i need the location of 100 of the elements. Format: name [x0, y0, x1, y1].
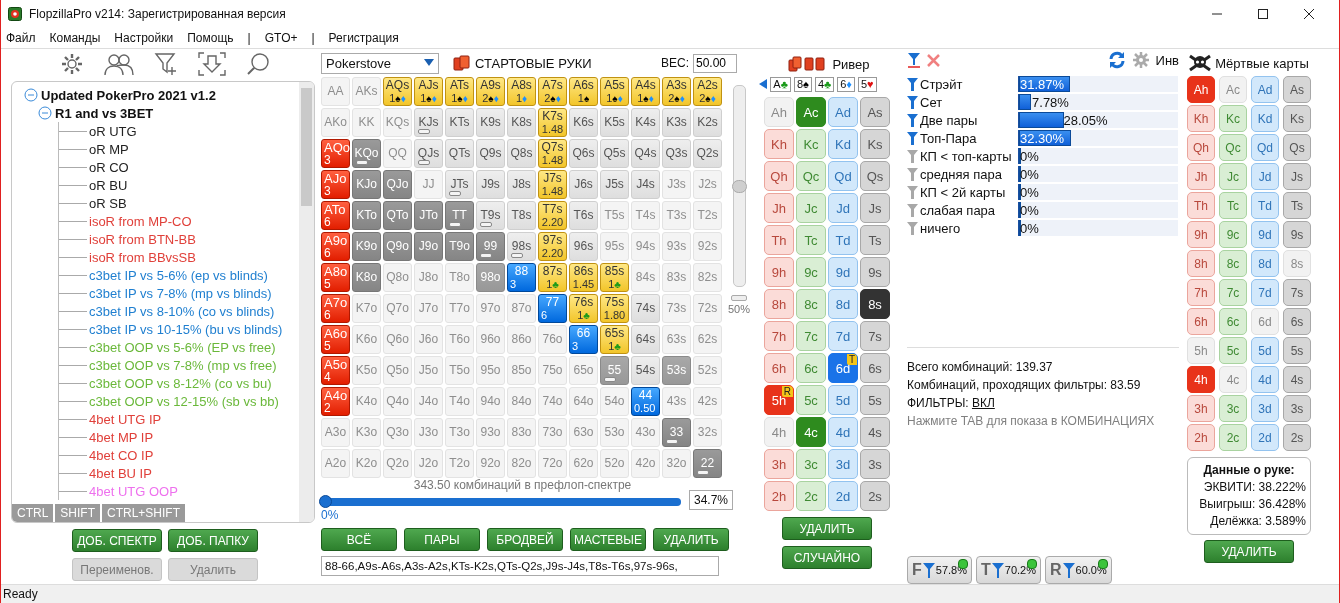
scrollbar[interactable] — [299, 82, 314, 522]
hand-cell[interactable]: 75s 1.80 — [600, 294, 629, 323]
hand-cell[interactable]: J3s — [662, 170, 691, 199]
tree-item[interactable]: 4bet CO IP — [89, 447, 154, 463]
card-button[interactable]: 5c — [796, 385, 826, 415]
hand-cell[interactable]: 53s — [662, 356, 691, 385]
hand-cell[interactable]: 64s — [631, 325, 660, 354]
card-button[interactable]: 3s — [860, 449, 890, 479]
card-button[interactable]: 4d — [1251, 366, 1279, 393]
hand-cell[interactable]: K6s — [569, 108, 598, 137]
hand-cell[interactable]: A4s 1♠♦ — [631, 77, 660, 106]
modifier-tab[interactable]: CTRL — [12, 504, 54, 522]
card-button[interactable]: 7d — [1251, 279, 1279, 306]
hand-cell[interactable]: Q3s — [662, 139, 691, 168]
hand-cell[interactable]: 86o — [507, 325, 536, 354]
hand-cell[interactable]: 63s — [662, 325, 691, 354]
hand-cell[interactable]: 93o — [476, 418, 505, 447]
tree-item[interactable]: oR MP — [89, 141, 129, 157]
range-text-field[interactable]: 88-66,A9s-A6s,A3s-A2s,KTs-K2s,QTs-Q2s,J9s-J4s,T8s-T6s,97s-96s, — [321, 556, 719, 576]
hand-cell[interactable]: T6s — [569, 201, 598, 230]
card-button[interactable]: 2h — [1187, 424, 1215, 451]
card-button[interactable]: 8c — [796, 289, 826, 319]
filter-label[interactable]: средняя пара — [920, 166, 1018, 182]
card-button[interactable]: 9c — [796, 257, 826, 287]
card-button[interactable]: As — [860, 97, 890, 127]
hand-cell[interactable]: A9o 6 — [321, 232, 350, 261]
hand-cell[interactable]: J6o — [414, 325, 443, 354]
hand-cell[interactable]: 98o — [476, 263, 505, 292]
range-button[interactable]: МАСТЕВЫЕ — [570, 528, 646, 551]
hand-cell[interactable]: 86s 1.45 — [569, 263, 598, 292]
hand-cell[interactable]: AQo 3 — [321, 139, 350, 168]
hand-cell[interactable]: 84o — [507, 387, 536, 416]
card-button[interactable]: Js — [1283, 163, 1311, 190]
tree-item[interactable]: oR SB — [89, 195, 127, 211]
hand-cell[interactable]: K2s — [693, 108, 722, 137]
hand-cell[interactable]: JTo — [414, 201, 443, 230]
river-button[interactable]: СЛУЧАЙНО — [782, 546, 872, 569]
hand-cell[interactable]: T5o — [445, 356, 474, 385]
hand-cell[interactable]: J9o — [414, 232, 443, 261]
card-button[interactable]: Qd — [828, 161, 858, 191]
tree-item[interactable]: c3bet OOP vs 5-6% (EP vs free) — [89, 339, 276, 355]
card-button[interactable]: Ac — [796, 97, 826, 127]
hand-cell[interactable]: A2s 2♠♦ — [693, 77, 722, 106]
card-button[interactable]: Qs — [1283, 134, 1311, 161]
card-button[interactable]: 8d — [1251, 250, 1279, 277]
hand-cell[interactable]: 96o — [476, 325, 505, 354]
tree-button[interactable]: ДОБ. СПЕКТР — [72, 529, 162, 552]
hand-cell[interactable]: KQo — [352, 139, 381, 168]
board-card[interactable]: 4♣ — [814, 76, 835, 92]
hand-cell[interactable]: T3o — [445, 418, 474, 447]
hand-cell[interactable]: Q8o — [383, 263, 412, 292]
hand-cell[interactable]: 52o — [600, 449, 629, 478]
hand-cell[interactable]: 85o — [507, 356, 536, 385]
tree-item[interactable]: oR BU — [89, 177, 128, 193]
hand-cell[interactable]: K5o — [352, 356, 381, 385]
hand-cell[interactable]: 55 — [600, 356, 629, 385]
hand-cell[interactable]: 97s 2.20 — [538, 232, 567, 261]
card-button[interactable]: 2h — [764, 481, 794, 511]
card-button[interactable]: 3s — [1283, 395, 1311, 422]
percent-field[interactable]: 34.7% — [688, 490, 733, 510]
card-button[interactable]: Jh — [764, 193, 794, 223]
card-button[interactable]: Qc — [796, 161, 826, 191]
hand-cell[interactable]: K5s — [600, 108, 629, 137]
hand-cell[interactable]: 76s 1♣ — [569, 294, 598, 323]
hand-cell[interactable]: 72s — [693, 294, 722, 323]
hand-cell[interactable]: QTo — [383, 201, 412, 230]
card-button[interactable]: Ks — [1283, 105, 1311, 132]
card-button[interactable]: 8s — [1283, 250, 1311, 277]
hand-cell[interactable]: 65s 1♣ — [600, 325, 629, 354]
hand-cell[interactable]: AKo — [321, 108, 350, 137]
card-button[interactable]: 3c — [1219, 395, 1247, 422]
tree-item[interactable]: 4bet UTG IP — [89, 411, 162, 427]
hand-cell[interactable]: 73s — [662, 294, 691, 323]
slider-thumb[interactable] — [731, 180, 747, 193]
hand-cell[interactable]: T7s 2.20 — [538, 201, 567, 230]
card-button[interactable]: 6d — [1251, 308, 1279, 335]
hand-cell[interactable]: 22 — [693, 449, 722, 478]
hand-cell[interactable]: 32o — [662, 449, 691, 478]
hand-cell[interactable]: 73o — [538, 418, 567, 447]
hand-cell[interactable]: 43s — [662, 387, 691, 416]
card-button[interactable]: 9s — [860, 257, 890, 287]
settings-icon[interactable] — [60, 52, 84, 76]
hand-cell[interactable]: A7s 2♠♦ — [538, 77, 567, 106]
hand-cell[interactable]: KQs — [383, 108, 412, 137]
hand-cell[interactable]: K4s — [631, 108, 660, 137]
card-button[interactable]: 9h — [764, 257, 794, 287]
tree-folder[interactable]: Updated PokerPro 2021 v1.2 — [41, 87, 216, 103]
card-button[interactable]: Ac — [1219, 76, 1247, 103]
card-button[interactable]: 3d — [1251, 395, 1279, 422]
hand-cell[interactable]: 84s — [631, 263, 660, 292]
card-button[interactable]: 8s — [860, 289, 890, 319]
filter-label[interactable]: ничего — [920, 220, 1018, 236]
card-button[interactable]: 2d — [828, 481, 858, 511]
hand-cell[interactable]: Q9o — [383, 232, 412, 261]
card-button[interactable]: 4h — [764, 417, 794, 447]
card-button[interactable]: Kh — [764, 129, 794, 159]
tree-folder[interactable]: R1 and vs 3BET — [55, 105, 154, 121]
hand-cell[interactable]: K2o — [352, 449, 381, 478]
card-button[interactable]: 9s — [1283, 221, 1311, 248]
card-button[interactable]: 2s — [1283, 424, 1311, 451]
